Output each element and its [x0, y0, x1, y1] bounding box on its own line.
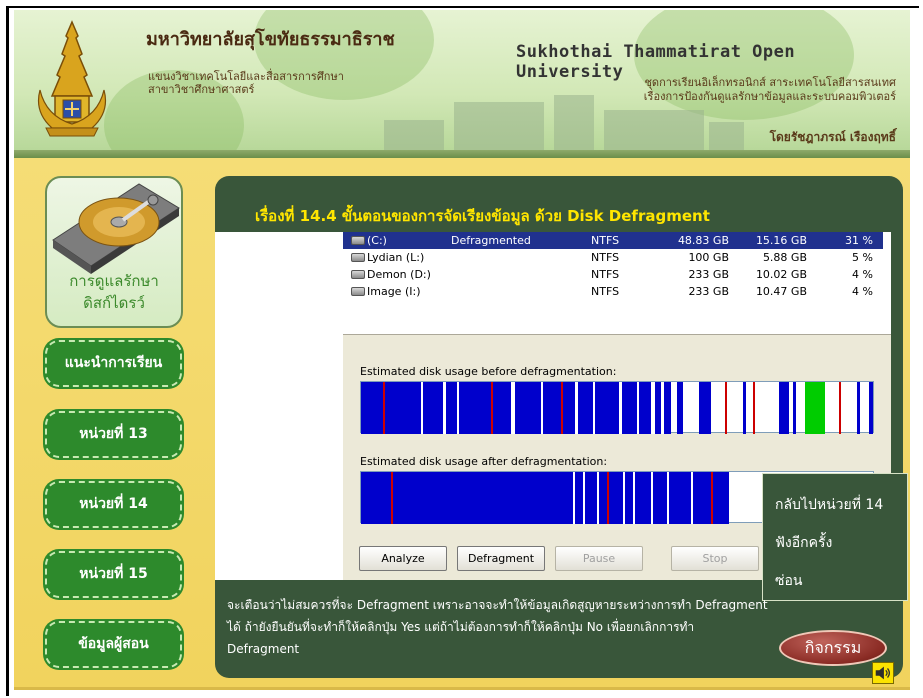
description-line3: Defragment	[227, 642, 300, 656]
nav-unit13-button[interactable]: หน่วยที่ 13	[45, 411, 182, 458]
header-divider	[14, 150, 910, 158]
volume-percent: 31 %	[845, 234, 873, 247]
hard-disk-caption-line2: ดิสก์ไดรว์	[83, 294, 145, 312]
volume-percent: 4 %	[852, 268, 873, 281]
content-stage: การดูแลรักษา ดิสก์ไดรว์ แนะนำการเรียน หน…	[14, 158, 910, 690]
header-banner: มหาวิทยาลัยสุโขทัยธรรมาธิราช แขนงวิชาเทค…	[14, 10, 910, 150]
before-usage-bar	[360, 381, 874, 434]
nav-unit15-button[interactable]: หน่วยที่ 15	[45, 551, 182, 598]
activity-button[interactable]: กิจกรรม	[779, 630, 887, 666]
menu-replay[interactable]: ฟังอีกครั้ง	[775, 532, 832, 554]
hard-disk-card[interactable]: การดูแลรักษา ดิสก์ไดรว์	[45, 176, 183, 328]
menu-hide[interactable]: ซ่อน	[775, 570, 802, 592]
volume-fs: NTFS	[591, 251, 620, 264]
volume-name: Demon (D:)	[367, 268, 431, 281]
screenshot-left-pane	[215, 232, 341, 580]
nav-intro-button[interactable]: แนะนำการเรียน	[45, 340, 182, 387]
menu-back-to-unit14[interactable]: กลับไปหน่วยที่ 14	[775, 494, 883, 516]
volume-name: Image (I:)	[367, 285, 421, 298]
nav-unit14-button[interactable]: หน่วยที่ 14	[45, 481, 182, 528]
volume-free: 10.47 GB	[755, 285, 807, 298]
volume-name: Lydian (L:)	[367, 251, 425, 264]
pause-button[interactable]: Pause	[555, 546, 643, 571]
volume-status: Defragmented	[451, 234, 531, 247]
volume-row[interactable]: Lydian (L:) NTFS 100 GB 5.88 GB 5 %	[343, 249, 883, 266]
description-line1: จะเตือนว่าไม่สมควรที่จะ Defragment เพราะ…	[227, 598, 768, 612]
volume-free: 10.02 GB	[755, 268, 807, 281]
stop-button[interactable]: Stop	[671, 546, 759, 571]
faculty-label: สาขาวิชาศึกษาศาสตร์	[148, 83, 255, 96]
analyze-button[interactable]: Analyze	[359, 546, 447, 571]
volume-free: 15.16 GB	[755, 234, 807, 247]
crest-icon	[37, 20, 107, 137]
volume-row[interactable]: Demon (D:) NTFS 233 GB 10.02 GB 4 %	[343, 266, 883, 283]
volume-free: 5.88 GB	[762, 251, 807, 264]
popup-menu: กลับไปหน่วยที่ 14 ฟังอีกครั้ง ซ่อน	[762, 473, 908, 601]
nav-instructor-button[interactable]: ข้อมูลผู้สอน	[45, 621, 182, 668]
drive-icon	[351, 270, 365, 279]
hard-disk-icon	[52, 183, 180, 274]
drive-icon	[351, 253, 365, 262]
university-name-thai: มหาวิทยาลัยสุโขทัยธรรมาธิราช	[146, 29, 395, 50]
volume-capacity: 233 GB	[688, 285, 729, 298]
volume-name: (C:)	[367, 234, 387, 247]
speaker-icon[interactable]	[872, 662, 894, 684]
lesson-panel: เรื่องที่ 14.4 ขั้นตอนของการจัดเรียงข้อม…	[215, 176, 908, 684]
description-text: จะเตือนว่าไม่สมควรที่จะ Defragment เพราะ…	[227, 594, 867, 660]
volume-fs: NTFS	[591, 234, 620, 247]
description-line2: ได้ ถ้ายังยืนยันที่จะทำก็ให้คลิกปุ่ม Yes…	[227, 620, 695, 634]
volume-capacity: 48.83 GB	[677, 234, 729, 247]
hard-disk-caption: การดูแลรักษา ดิสก์ไดรว์	[47, 270, 181, 314]
volume-percent: 5 %	[852, 251, 873, 264]
author-label: โดยรัชฎาภรณ์ เรืองฤทธิ์	[769, 130, 896, 144]
volume-percent: 4 %	[852, 285, 873, 298]
volume-fs: NTFS	[591, 268, 620, 281]
volume-fs: NTFS	[591, 285, 620, 298]
after-label: Estimated disk usage after defragmentati…	[360, 455, 608, 468]
lesson-title: เรื่องที่ 14.4 ขั้นตอนของการจัดเรียงข้อม…	[255, 207, 710, 225]
volume-list: (C:) Defragmented NTFS 48.83 GB 15.16 GB…	[343, 232, 883, 300]
drive-icon	[351, 236, 365, 245]
before-label: Estimated disk usage before defragmentat…	[360, 365, 617, 378]
drive-icon	[351, 287, 365, 296]
volume-capacity: 100 GB	[688, 251, 729, 264]
before-usage-graph	[361, 382, 873, 434]
topic-label: เรื่องการป้องกันดูแลรักษาข้อมูลและระบบคอ…	[643, 90, 896, 103]
hard-disk-caption-line1: การดูแลรักษา	[69, 272, 159, 290]
volume-capacity: 233 GB	[688, 268, 729, 281]
volume-row[interactable]: (C:) Defragmented NTFS 48.83 GB 15.16 GB…	[343, 232, 883, 249]
defragment-button[interactable]: Defragment	[457, 546, 545, 571]
volume-row[interactable]: Image (I:) NTFS 233 GB 10.47 GB 4 %	[343, 283, 883, 300]
